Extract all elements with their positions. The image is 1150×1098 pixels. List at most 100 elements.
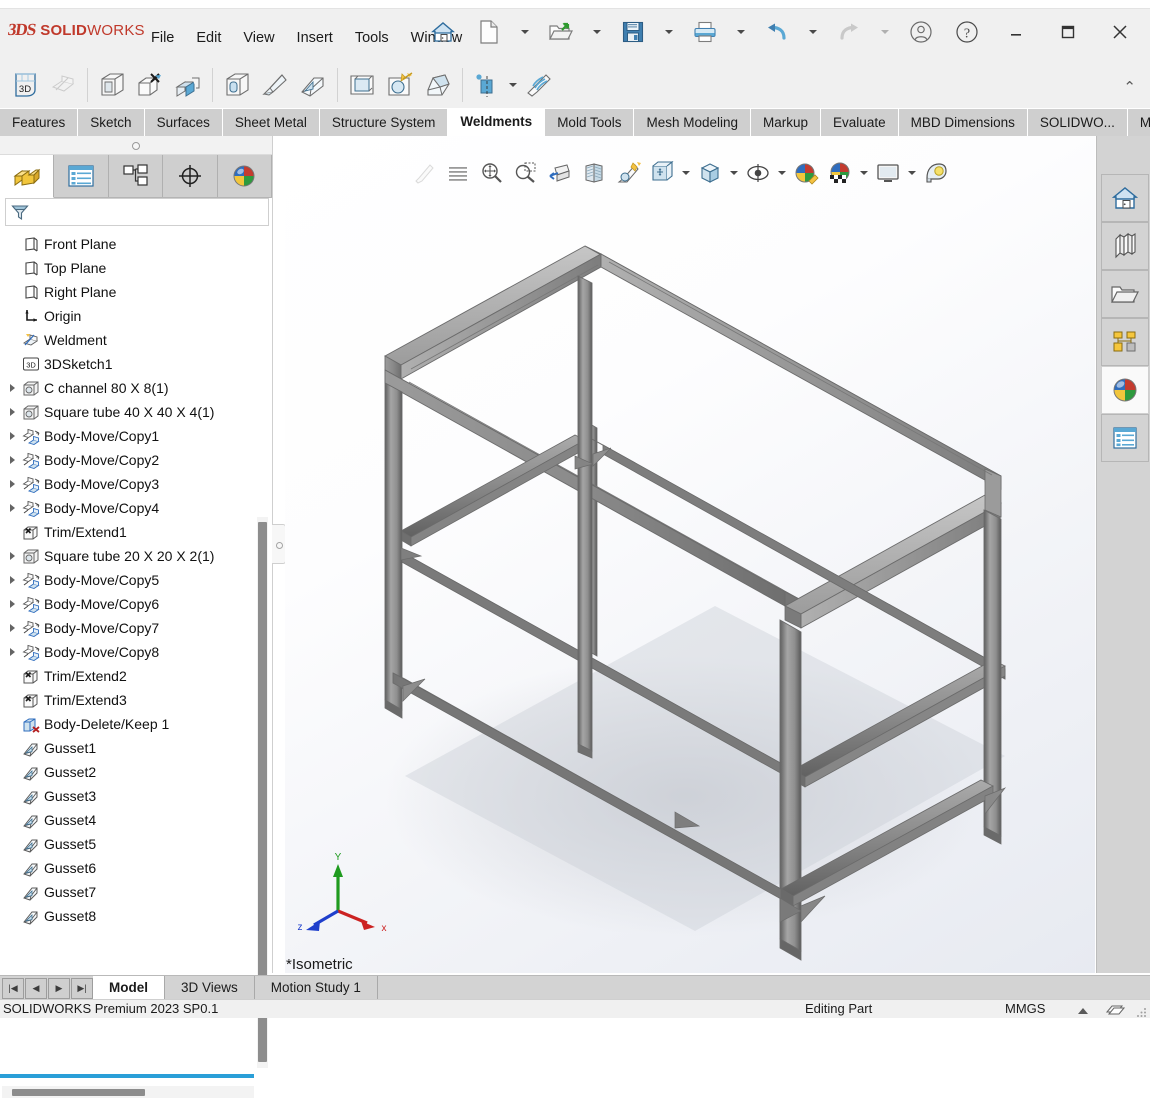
tree-item[interactable]: Square tube 40 X 40 X 4(1) [0,400,256,424]
tree-item[interactable]: Weldment [0,328,256,352]
save-dropdown[interactable] [656,12,682,52]
expand-arrow-icon[interactable] [4,544,20,568]
feature-tree-filter[interactable] [5,198,269,226]
ribbon-tab-markup[interactable]: Markup [751,109,822,136]
expand-arrow-icon[interactable] [4,448,20,472]
menu-view[interactable]: View [232,26,285,50]
ribbon-tab-surfaces[interactable]: Surfaces [144,109,223,136]
tree-item[interactable]: Body-Move/Copy5 [0,568,256,592]
tree-item[interactable]: Gusset6 [0,856,256,880]
tab-feature-manager-design-tree[interactable] [0,155,55,198]
tree-item[interactable]: Body-Move/Copy4 [0,496,256,520]
bottom-tab-model[interactable]: Model [93,976,165,1000]
taskpane-custom-properties[interactable] [1101,414,1149,462]
next-tab-icon[interactable]: ▶ [48,977,70,999]
cmd-fillet-bead[interactable] [218,65,256,105]
expand-arrow-icon[interactable] [4,424,20,448]
ribbon-tab-evaluate[interactable]: Evaluate [821,109,899,136]
menu-tools[interactable]: Tools [344,26,400,50]
tree-item[interactable]: Top Plane [0,256,256,280]
resize-grip-icon[interactable] [1136,1006,1148,1018]
tree-item[interactable]: 3D 3DSketch1 [0,352,256,376]
ribbon-tab-solidworks-addins[interactable]: SOLIDWO... [1027,109,1128,136]
ribbon-tab-features[interactable]: Features [0,109,79,136]
feature-tree[interactable]: Front Plane Top Plane Right Plane Origin Wel… [0,232,256,972]
undo-button[interactable] [754,12,800,52]
caret-up-icon[interactable] [1077,1007,1089,1015]
cmd-chamfer[interactable] [419,65,457,105]
tab-configuration-manager[interactable] [109,155,164,197]
ribbon-tab-weldments[interactable]: Weldments [448,108,546,136]
tree-item[interactable]: Right Plane [0,280,256,304]
expand-arrow-icon[interactable] [4,472,20,496]
undo-dropdown[interactable] [800,12,826,52]
open-button[interactable] [538,12,584,52]
menu-edit[interactable]: Edit [185,26,232,50]
cmd-weldment-cutlist[interactable] [520,65,558,105]
taskpane-design-library[interactable] [1101,222,1149,270]
bottom-tab-3d-views[interactable]: 3D Views [165,976,255,1000]
ribbon-tab-more[interactable]: M... [1127,109,1150,136]
cmd-mirror[interactable] [468,65,506,105]
taskpane-view-palette[interactable] [1101,318,1149,366]
previous-tab-icon[interactable]: ◀ [25,977,47,999]
bottom-tab-motion-study-1[interactable]: Motion Study 1 [254,976,378,1000]
graphics-viewport[interactable]: Y x z *Isometric [285,136,1095,973]
save-button[interactable] [610,12,656,52]
help-button[interactable]: ? [944,12,990,52]
redo-dropdown[interactable] [872,12,898,52]
menu-insert[interactable]: Insert [286,26,344,50]
expand-arrow-icon[interactable] [4,592,20,616]
panel-splitter[interactable] [272,524,286,564]
tab-display-manager[interactable] [218,155,273,197]
tree-item[interactable]: Trim/Extend3 [0,688,256,712]
tree-item[interactable]: Gusset2 [0,760,256,784]
tree-item[interactable]: Trim/Extend2 [0,664,256,688]
tab-property-manager[interactable] [54,155,109,197]
tree-item[interactable]: Trim/Extend1 [0,520,256,544]
sheet-overlay-icon[interactable] [1105,1001,1125,1017]
print-button[interactable] [682,12,728,52]
ribbon-tab-mbd-dimensions[interactable]: MBD Dimensions [898,109,1028,136]
tree-item[interactable]: Body-Move/Copy8 [0,640,256,664]
taskpane-file-explorer[interactable] [1101,270,1149,318]
tree-item[interactable]: Body-Move/Copy7 [0,616,256,640]
taskpane-appearances-scenes[interactable] [1101,366,1149,414]
tree-item[interactable]: Origin [0,304,256,328]
tree-item[interactable]: C channel 80 X 8(1) [0,376,256,400]
expand-arrow-icon[interactable] [4,640,20,664]
tree-item[interactable]: Gusset3 [0,784,256,808]
ribbon-tab-mold-tools[interactable]: Mold Tools [545,109,635,136]
cmd-hole-wizard[interactable] [381,65,419,105]
chevron-up-icon[interactable]: ⌃ [1123,78,1136,96]
new-document-dropdown[interactable] [512,12,538,52]
expand-arrow-icon[interactable] [4,568,20,592]
panel-grip[interactable] [0,136,272,155]
cmd-extruded-boss[interactable] [169,65,207,105]
ribbon-tab-sketch[interactable]: Sketch [78,109,145,136]
taskpane-solidworks-resources[interactable] [1101,174,1149,222]
ribbon-tab-structure-system[interactable]: Structure System [319,109,449,136]
expand-arrow-icon[interactable] [4,400,20,424]
tree-item[interactable]: Body-Move/Copy6 [0,592,256,616]
account-button[interactable] [898,12,944,52]
tree-item[interactable]: Gusset4 [0,808,256,832]
weldment-frame-model[interactable] [285,136,1095,973]
mirror-dropdown[interactable] [506,67,520,103]
tree-item[interactable]: Square tube 20 X 20 X 2(1) [0,544,256,568]
tree-item[interactable]: Gusset1 [0,736,256,760]
print-dropdown[interactable] [728,12,754,52]
expand-arrow-icon[interactable] [4,616,20,640]
feature-tree-hscroll-thumb[interactable] [12,1089,145,1096]
expand-arrow-icon[interactable] [4,376,20,400]
ribbon-tab-sheet-metal[interactable]: Sheet Metal [222,109,320,136]
maximize-button[interactable] [1042,12,1094,52]
last-tab-icon[interactable]: ▶| [71,977,93,999]
open-dropdown[interactable] [584,12,610,52]
menu-file[interactable]: File [140,26,185,50]
home-button[interactable] [420,12,466,52]
cmd-end-cap[interactable] [256,65,294,105]
cmd-trim-extend[interactable] [131,65,169,105]
tab-dimxpert-manager[interactable] [163,155,218,197]
tree-item[interactable]: Body-Delete/Keep 1 [0,712,256,736]
